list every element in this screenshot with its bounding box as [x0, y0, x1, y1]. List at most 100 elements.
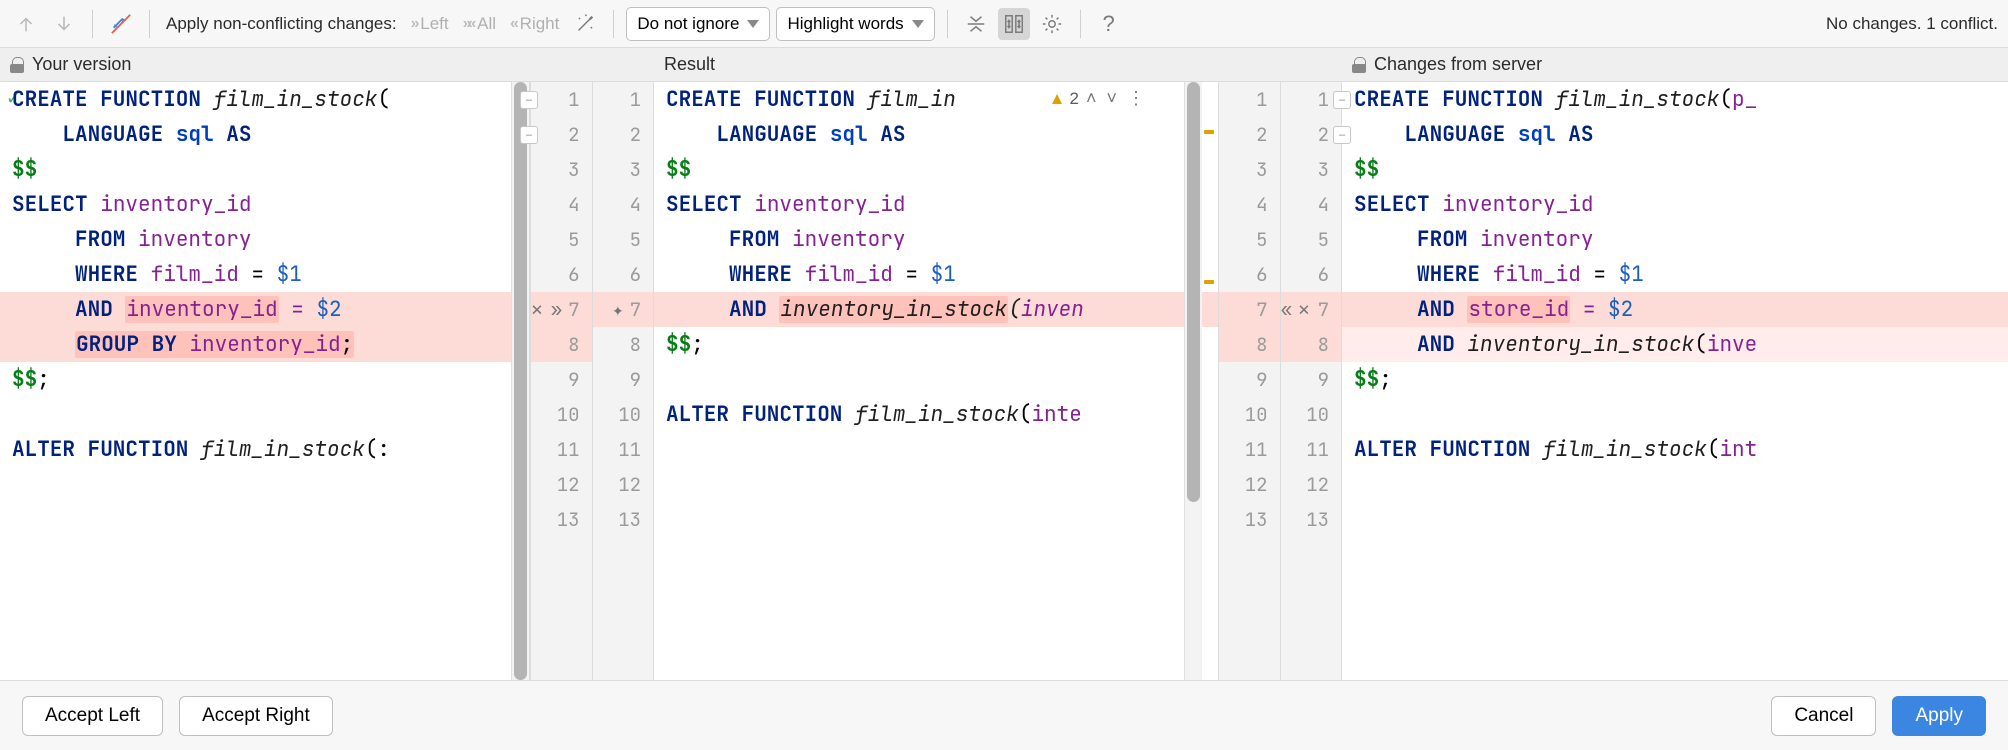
left-pane[interactable]: ✓ CREATE FUNCTION film_in_stock( LANGUAG… [0, 82, 530, 680]
code-line[interactable]: SELECT inventory_id [1342, 187, 2008, 222]
line-number: 6 [593, 257, 654, 292]
chevron-up-icon[interactable]: ˄ [1083, 88, 1100, 109]
prev-change-button[interactable] [10, 8, 42, 40]
compare-icon[interactable] [105, 8, 137, 40]
code-line[interactable]: WHERE film_id = $1 [0, 257, 529, 292]
line-number: 9 [593, 362, 654, 397]
more-icon[interactable]: ⋮ [1124, 88, 1148, 109]
code-line[interactable]: SELECT inventory_id [0, 187, 529, 222]
code-line[interactable]: ALTER FUNCTION film_in_stock(inte [654, 397, 1218, 432]
line-number: 8 [1219, 327, 1280, 362]
line-number: 9 [1219, 362, 1280, 397]
reject-icon[interactable]: ✕ [531, 297, 542, 322]
code-line[interactable]: SELECT inventory_id [654, 187, 1218, 222]
line-number: 12 [1281, 467, 1342, 502]
accept-right-button[interactable]: Accept Right [179, 696, 333, 736]
apply-all-button[interactable]: »« All [459, 8, 500, 40]
fold-handle[interactable]: – [1333, 126, 1351, 144]
line-number: 9 [531, 362, 592, 397]
center-pane[interactable]: CREATE FUNCTION film_in LANGUAGE sql AS$… [654, 82, 1218, 680]
warning-icon: ▲ [1049, 89, 1066, 109]
code-line[interactable]: WHERE film_id = $1 [654, 257, 1218, 292]
scrollbar[interactable] [511, 82, 529, 680]
fold-handle[interactable]: – [1333, 91, 1351, 109]
line-number: 13 [1219, 502, 1280, 537]
scrollbar[interactable] [1184, 82, 1202, 680]
line-number: 6 [531, 257, 592, 292]
line-number: 13 [1281, 502, 1342, 537]
line-number: 13 [531, 502, 592, 537]
apply-right-icon[interactable]: » [551, 297, 562, 322]
cancel-button[interactable]: Cancel [1771, 696, 1876, 736]
line-number: 11 [1219, 432, 1280, 467]
lock-icon [10, 57, 24, 73]
reject-icon[interactable]: ✕ [1298, 297, 1309, 322]
accept-left-button[interactable]: Accept Left [22, 696, 163, 736]
code-line[interactable]: CREATE FUNCTION film_in_stock(p_ [1342, 82, 2008, 117]
center-pane-title: Result [664, 54, 715, 75]
code-line[interactable]: LANGUAGE sql AS [1342, 117, 2008, 152]
left-pane-title: Your version [32, 54, 131, 75]
code-line[interactable]: $$; [654, 327, 1218, 362]
code-line[interactable]: LANGUAGE sql AS [0, 117, 529, 152]
code-line[interactable]: $$ [0, 152, 529, 187]
collapse-unchanged-button[interactable] [960, 8, 992, 40]
line-number: 11 [531, 432, 592, 467]
problems-badge[interactable]: ▲ 2 ˄ ˅ ⋮ [1049, 88, 1148, 109]
sync-scroll-button[interactable] [998, 8, 1030, 40]
marker-stripe[interactable] [1202, 82, 1216, 680]
apply-button[interactable]: Apply [1892, 696, 1986, 736]
line-number: 10 [1219, 397, 1280, 432]
code-line[interactable] [0, 397, 529, 432]
line-number: 6 [1281, 257, 1342, 292]
code-line[interactable]: $$ [654, 152, 1218, 187]
settings-button[interactable] [1036, 8, 1068, 40]
line-number: ✕»7 [531, 292, 592, 327]
code-line[interactable] [1342, 397, 2008, 432]
chevron-down-icon[interactable]: ˅ [1103, 88, 1120, 109]
line-number: 12 [593, 467, 654, 502]
code-line[interactable]: AND inventory_in_stock(inve [1342, 327, 2008, 362]
apply-right-button[interactable]: « Right [506, 8, 563, 40]
line-number: 10 [593, 397, 654, 432]
toolbar-separator [149, 10, 150, 38]
apply-left-icon[interactable]: « [1281, 297, 1292, 322]
code-line[interactable]: FROM inventory [654, 222, 1218, 257]
magic-icon[interactable]: ✦ [612, 297, 623, 322]
apply-left-button[interactable]: » Left [407, 8, 453, 40]
code-line[interactable]: FROM inventory [1342, 222, 2008, 257]
ignore-whitespace-select[interactable]: Do not ignore [626, 7, 770, 41]
code-line[interactable]: AND store_id = $2 [1342, 292, 2008, 327]
code-line[interactable]: AND inventory_id = $2 [0, 292, 529, 327]
magic-resolve-button[interactable] [569, 8, 601, 40]
help-button[interactable]: ? [1093, 8, 1125, 40]
code-line[interactable]: $$ [1342, 152, 2008, 187]
code-line[interactable]: WHERE film_id = $1 [1342, 257, 2008, 292]
gutter-left: 123456✕»78910111213 123456✦78910111213 [530, 82, 654, 680]
code-line[interactable]: GROUP BY inventory_id; [0, 327, 529, 362]
code-line[interactable]: $$; [1342, 362, 2008, 397]
line-number: 3 [1219, 152, 1280, 187]
right-pane-title: Changes from server [1374, 54, 1542, 75]
line-number: 5 [531, 222, 592, 257]
code-line[interactable]: LANGUAGE sql AS [654, 117, 1218, 152]
lock-icon [1352, 57, 1366, 73]
diff-area: ✓ CREATE FUNCTION film_in_stock( LANGUAG… [0, 82, 2008, 680]
code-line[interactable]: $$; [0, 362, 529, 397]
code-line[interactable]: CREATE FUNCTION film_in_stock( [0, 82, 529, 117]
line-number: 8 [531, 327, 592, 362]
code-line[interactable]: AND inventory_in_stock(inven [654, 292, 1218, 327]
next-change-button[interactable] [48, 8, 80, 40]
highlight-select[interactable]: Highlight words [776, 7, 934, 41]
bottom-bar: Accept Left Accept Right Cancel Apply [0, 680, 2008, 750]
code-line[interactable] [654, 362, 1218, 397]
line-number: 5 [593, 222, 654, 257]
line-number: 3 [1281, 152, 1342, 187]
toolbar-separator [947, 10, 948, 38]
right-pane[interactable]: CREATE FUNCTION film_in_stock(p_ LANGUAG… [1342, 82, 2008, 680]
line-number: 10 [1281, 397, 1342, 432]
code-line[interactable]: ALTER FUNCTION film_in_stock(int [1342, 432, 2008, 467]
code-line[interactable]: ALTER FUNCTION film_in_stock(: [0, 432, 529, 467]
code-line[interactable]: FROM inventory [0, 222, 529, 257]
line-number: 4 [1281, 187, 1342, 222]
